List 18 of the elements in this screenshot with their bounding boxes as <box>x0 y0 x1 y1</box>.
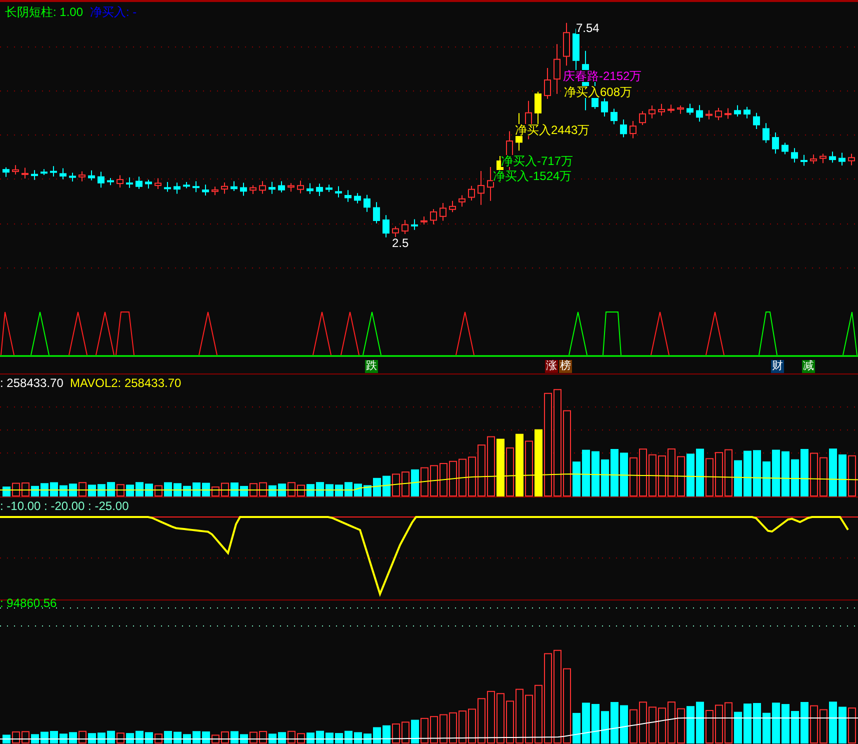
chart-annotation: 净买入-717万 <box>501 155 574 167</box>
signal-tag: 涨 <box>545 360 558 373</box>
indicator-readout: 净买入: - <box>90 6 137 18</box>
chart-annotation: 净买入-1524万 <box>493 170 572 182</box>
signal-tag: 减 <box>802 360 815 373</box>
indicator-readout: 长阴短柱: 1.00 <box>5 6 84 18</box>
signal-tag: 榜 <box>559 360 572 373</box>
chart-annotation: 7.54 <box>576 22 600 34</box>
volume-readout: MAVOL2: 258433.70 <box>70 377 182 389</box>
signal-tag: 财 <box>771 360 784 373</box>
chart-annotation: 2.5 <box>392 237 409 249</box>
chart-annotation: 净买入608万 <box>564 86 632 98</box>
chart-annotation: 净买入2443万 <box>515 124 590 136</box>
signal-tag: 跌 <box>365 360 378 373</box>
chart-annotation: 庆春路-2152万 <box>563 70 642 82</box>
indicator-readout: : 94860.56 <box>0 597 57 609</box>
indicator-readout: : -10.00 : -20.00 : -25.00 <box>0 500 129 512</box>
volume-readout: : 258433.70 <box>0 377 64 389</box>
